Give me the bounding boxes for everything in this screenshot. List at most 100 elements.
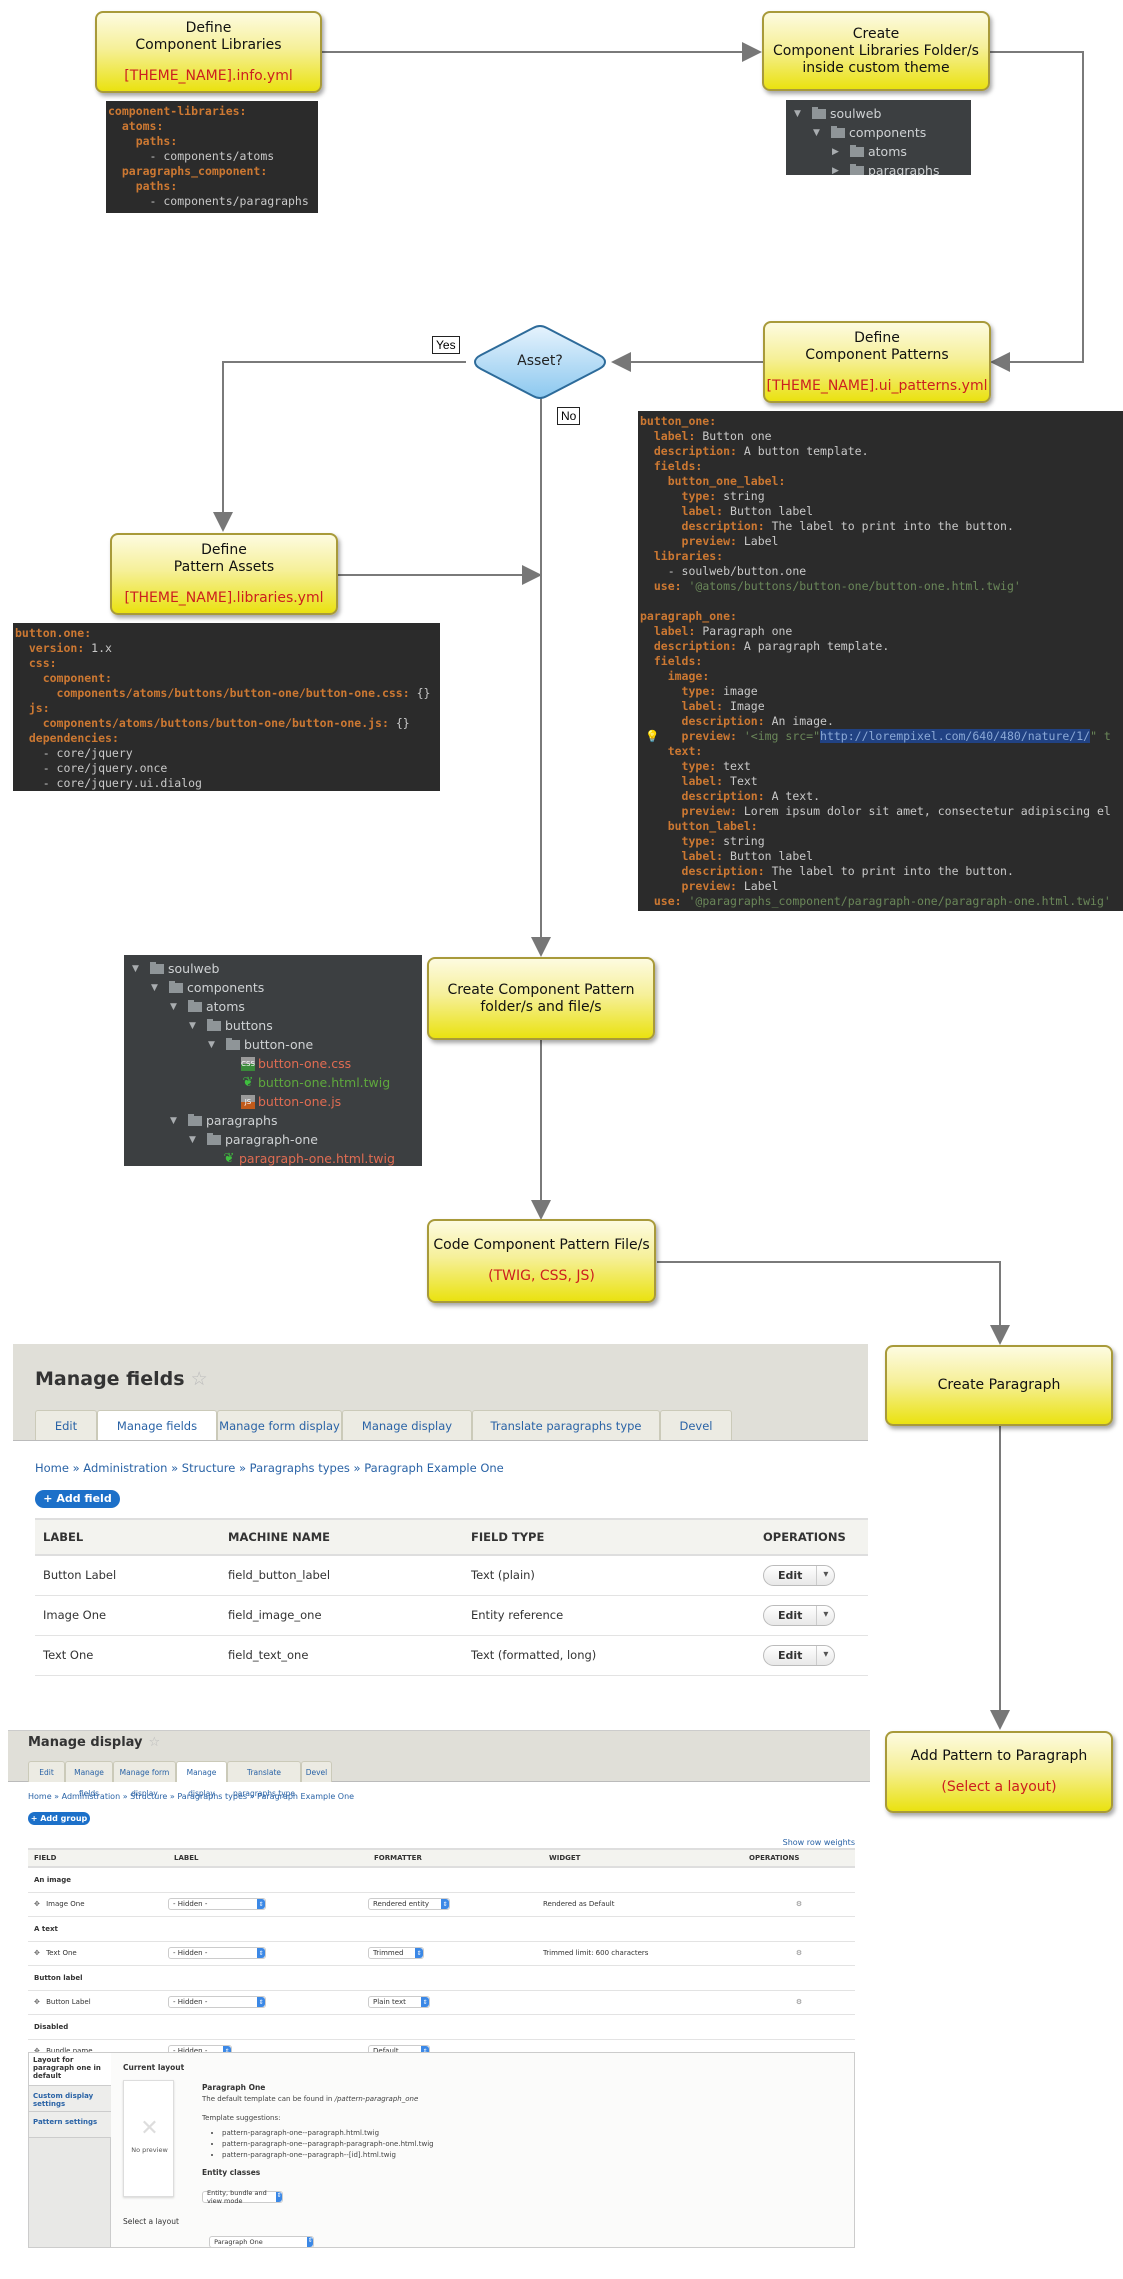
edit-button[interactable]: Edit: [764, 1606, 816, 1625]
select-layout-dropdown[interactable]: Paragraph One ⇕: [209, 2236, 315, 2248]
code-token: text:: [667, 744, 703, 758]
lightbulb-icon[interactable]: 💡: [645, 729, 659, 744]
add-field-button[interactable]: + Add field: [35, 1490, 120, 1508]
tree-row[interactable]: ▼ paragraph-one: [124, 1130, 422, 1149]
tab-edit[interactable]: Edit: [28, 1761, 65, 1782]
folder-name: paragraphs: [206, 1113, 278, 1128]
gear-icon[interactable]: ⚙: [796, 1998, 802, 2006]
select-dropdown[interactable]: - Hidden - ⇕: [168, 1996, 266, 2008]
tree-row[interactable]: ▼ soulweb: [786, 104, 971, 123]
drag-handle-icon[interactable]: ✥: [34, 1900, 40, 1908]
tree-row[interactable]: CSS button-one.css: [124, 1054, 422, 1073]
code-token: Image: [723, 699, 765, 713]
code-token: paragraphs_component:: [121, 164, 268, 178]
select-dropdown[interactable]: Trimmed ⇕: [368, 1947, 424, 1959]
expand-arrow-icon[interactable]: ▼: [189, 1021, 201, 1031]
expand-arrow-icon[interactable]: ▼: [170, 1116, 182, 1126]
twig-file-icon: ❦: [242, 1074, 254, 1090]
select-dropdown[interactable]: - Hidden - ⇕: [168, 1947, 266, 1959]
gear-icon[interactable]: ⚙: [796, 1900, 802, 1908]
star-icon[interactable]: ☆: [191, 1368, 208, 1390]
tree-row[interactable]: ▶ paragraphs: [786, 161, 971, 175]
code-panel-info-yml: component-libraries: atoms: paths: - com…: [106, 101, 318, 213]
tree-row[interactable]: ❦ button-one.html.twig: [124, 1073, 422, 1092]
collapse-arrow-icon[interactable]: ▶: [832, 147, 844, 157]
tab-edit[interactable]: Edit: [35, 1410, 97, 1440]
field-type-link[interactable]: Text (formatted, long): [463, 1635, 755, 1676]
expand-arrow-icon[interactable]: ▼: [170, 1002, 182, 1012]
tab-translate-paragraphs-type[interactable]: Translate paragraphs type: [472, 1410, 660, 1440]
tree-row[interactable]: ▶ atoms: [786, 142, 971, 161]
select-dropdown[interactable]: Plain text ⇕: [368, 1996, 430, 2008]
tree-row[interactable]: ▼ components: [786, 123, 971, 142]
gear-icon[interactable]: ⚙: [796, 1949, 802, 1957]
field-type-link[interactable]: Text (plain): [463, 1555, 755, 1596]
code-line: 💡 preview: '<img src="http://lorempixel.…: [640, 729, 1123, 744]
dropdown-toggle-icon[interactable]: ▾: [816, 1565, 834, 1585]
edit-button[interactable]: Edit: [764, 1646, 816, 1665]
tab-manage-form-display[interactable]: Manage form display: [113, 1761, 176, 1798]
star-icon[interactable]: ☆: [149, 1735, 161, 1750]
add-group-button[interactable]: + Add group: [28, 1812, 90, 1825]
tab-manage-display[interactable]: Manage display: [176, 1761, 227, 1798]
code-token: {}: [388, 716, 410, 730]
tab-translate-paragraphs-type[interactable]: Translate paragraphs type: [227, 1761, 301, 1798]
tab-manage-fields[interactable]: Manage fields: [97, 1410, 217, 1440]
dropdown-toggle-icon[interactable]: ▾: [816, 1605, 834, 1625]
folder-icon: [207, 1132, 221, 1145]
code-line: atoms:: [108, 119, 318, 134]
tree-row[interactable]: ▼ soulweb: [124, 959, 422, 978]
select-dropdown[interactable]: - Hidden - ⇕: [168, 1898, 266, 1910]
edit-button[interactable]: Edit: [764, 1566, 816, 1585]
tree-row[interactable]: ▼ paragraphs: [124, 1111, 422, 1130]
widget-summary: [543, 1990, 743, 2015]
drag-handle-icon[interactable]: ✥: [34, 1949, 40, 1957]
expand-arrow-icon[interactable]: ▼: [813, 128, 825, 138]
tree-row[interactable]: ❦ paragraph-one.html.twig: [124, 1149, 422, 1166]
breadcrumb[interactable]: Home » Administration » Structure » Para…: [28, 1792, 354, 1801]
tree-row[interactable]: ▼ button-one: [124, 1035, 422, 1054]
file-name: button-one.css: [258, 1056, 352, 1071]
edit-dropbutton[interactable]: Edit ▾: [763, 1644, 836, 1666]
expand-arrow-icon[interactable]: ▼: [208, 1040, 220, 1050]
edit-dropbutton[interactable]: Edit ▾: [763, 1564, 836, 1586]
vtab-pattern-settings[interactable]: Pattern settings: [29, 2112, 111, 2138]
edit-dropbutton[interactable]: Edit ▾: [763, 1604, 836, 1626]
tree-row[interactable]: ▼ buttons: [124, 1016, 422, 1035]
tab-manage-form-display[interactable]: Manage form display: [217, 1410, 342, 1440]
code-line: label: Image: [640, 699, 1123, 714]
dropdown-toggle-icon[interactable]: ▾: [816, 1645, 834, 1665]
region-row: An image: [28, 1867, 855, 1893]
vtab-layout[interactable]: Layout for paragraph one in default: [29, 2053, 111, 2086]
node-title-line2: Component Patterns: [805, 346, 949, 363]
expand-arrow-icon[interactable]: ▼: [151, 983, 163, 993]
node-title-line1: Define: [201, 541, 247, 558]
collapse-arrow-icon[interactable]: ▶: [832, 166, 844, 176]
code-line: paragraph_one:: [640, 609, 1123, 624]
expand-arrow-icon[interactable]: ▼: [794, 109, 806, 119]
drag-handle-icon[interactable]: ✥: [34, 1998, 40, 2006]
tree-row[interactable]: ▼ components: [124, 978, 422, 997]
tree-row[interactable]: ▼ atoms: [124, 997, 422, 1016]
tab-manage-fields[interactable]: Manage fields: [65, 1761, 113, 1798]
field-type-link[interactable]: Entity reference: [463, 1595, 755, 1636]
show-row-weights-link[interactable]: Show row weights: [783, 1838, 855, 1847]
entity-classes-select[interactable]: Entity, bundle and view mode ⇕: [202, 2189, 283, 2205]
expand-arrow-icon[interactable]: ▼: [189, 1135, 201, 1145]
tree-row[interactable]: JS button-one.js: [124, 1092, 422, 1111]
vtab-custom-display-settings[interactable]: Custom display settings: [29, 2086, 111, 2112]
code-line: type: string: [640, 489, 1123, 504]
select-dropdown[interactable]: Rendered entity ⇕: [368, 1898, 450, 1910]
code-token: button.one:: [15, 626, 92, 640]
tab-devel[interactable]: Devel: [660, 1410, 732, 1440]
code-panel-libraries-yml: button.one: version: 1.x css: component:…: [13, 623, 440, 791]
expand-arrow-icon[interactable]: ▼: [132, 964, 144, 974]
tab-manage-display[interactable]: Manage display: [342, 1410, 472, 1440]
tab-devel[interactable]: Devel: [301, 1761, 332, 1782]
breadcrumb[interactable]: Home » Administration » Structure » Para…: [35, 1461, 504, 1475]
page-header: Manage display ☆ Edit Manage fields Manage …: [8, 1730, 870, 1798]
code-token: - soulweb/button.one: [640, 564, 807, 578]
